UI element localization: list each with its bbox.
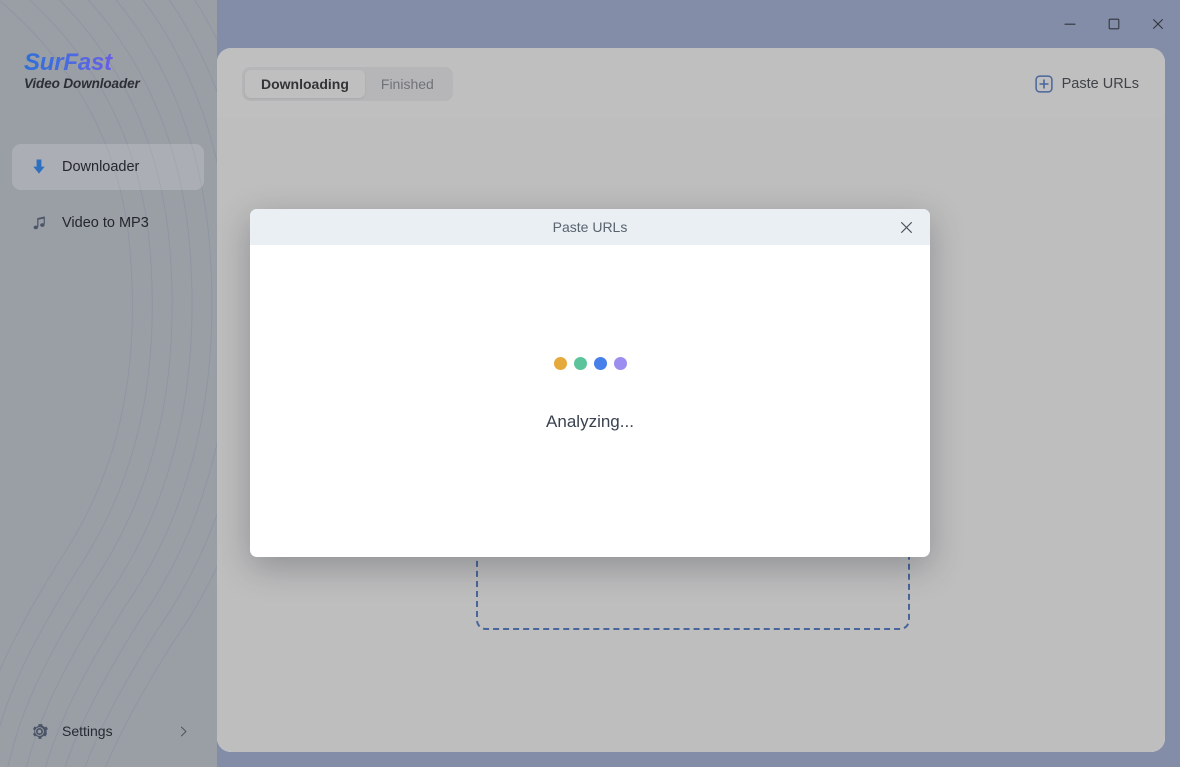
dot-blue	[593, 356, 607, 370]
dialog-body: Analyzing...	[250, 245, 930, 557]
dialog-header: Paste URLs	[250, 209, 930, 245]
dot-green	[573, 356, 587, 370]
dialog-title: Paste URLs	[552, 219, 628, 235]
gear-icon	[28, 720, 50, 742]
status-text: Analyzing...	[546, 411, 634, 431]
sidebar-item-video-to-mp3[interactable]: Video to MP3	[12, 200, 204, 246]
brand-name: SurFast	[24, 50, 140, 75]
sidebar-item-settings[interactable]: Settings	[12, 711, 204, 751]
maximize-icon[interactable]	[1092, 4, 1136, 44]
sidebar: SurFast Video Downloader Downloader Vide…	[0, 0, 217, 767]
sidebar-item-label: Video to MP3	[62, 215, 149, 231]
brand-logo: SurFast Video Downloader	[24, 50, 140, 91]
download-arrow-icon	[28, 156, 50, 178]
dot-amber	[553, 356, 567, 370]
sidebar-item-downloader[interactable]: Downloader	[12, 144, 204, 190]
minimize-icon[interactable]	[1048, 4, 1092, 44]
sidebar-wave-pattern	[0, 0, 217, 767]
paste-urls-dialog: Paste URLs Analyzing...	[250, 209, 930, 557]
brand-subtitle: Video Downloader	[24, 76, 140, 92]
window-controls	[1048, 0, 1180, 48]
app-window: SurFast Video Downloader Downloader Vide…	[0, 0, 1180, 767]
settings-label: Settings	[62, 723, 113, 739]
dot-purple	[613, 356, 627, 370]
loading-spinner-dots	[553, 356, 627, 370]
sidebar-item-label: Downloader	[62, 159, 140, 175]
music-note-icon	[28, 212, 50, 234]
close-icon[interactable]	[894, 215, 918, 239]
chevron-right-icon	[177, 725, 190, 738]
close-icon[interactable]	[1136, 4, 1180, 44]
